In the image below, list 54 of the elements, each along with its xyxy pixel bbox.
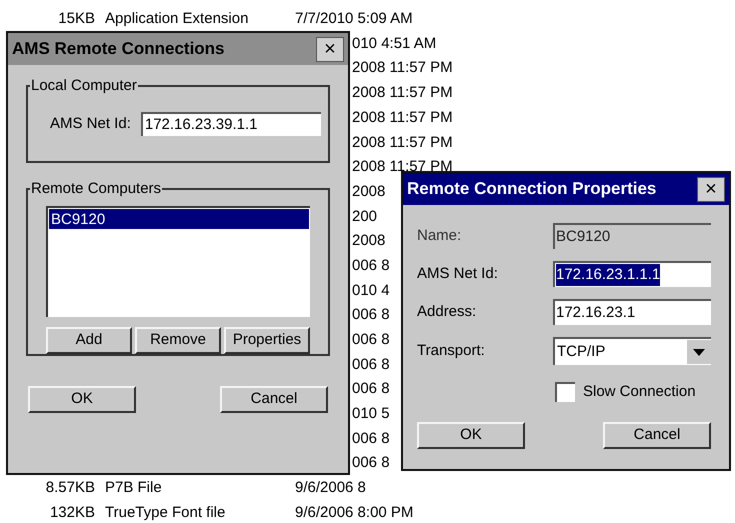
file-date: 006 8 bbox=[352, 453, 390, 474]
field-label: Transport: bbox=[417, 340, 485, 361]
dialog-button[interactable]: Add bbox=[46, 327, 132, 354]
dialog-button[interactable]: Remove bbox=[135, 327, 221, 354]
field-label: Name: bbox=[417, 226, 462, 246]
input-field[interactable]: 172.16.23.1.1.1 bbox=[553, 261, 711, 287]
file-size: 132KB bbox=[48, 502, 95, 523]
dialog-button[interactable]: Cancel bbox=[220, 386, 328, 413]
file-date: 2008 bbox=[352, 182, 386, 202]
field-value: 172.16.23.1 bbox=[556, 302, 636, 323]
input-field[interactable]: 172.16.23.39.1.1 bbox=[140, 112, 321, 136]
file-date: 006 8 bbox=[352, 428, 390, 449]
file-date: 006 8 bbox=[352, 305, 390, 326]
window-title: AMS Remote Connections bbox=[12, 38, 225, 60]
file-date: 2008 11:57 PM bbox=[352, 157, 453, 178]
file-date: 006 8 bbox=[352, 379, 390, 400]
file-date: 006 8 bbox=[352, 256, 390, 276]
close-button[interactable]: × bbox=[697, 176, 725, 202]
file-date: 200 bbox=[352, 206, 378, 227]
file-size: 8.57KB bbox=[44, 478, 95, 498]
file-date: 9/6/2006 8:00 PM bbox=[295, 502, 414, 523]
field-label: Address: bbox=[417, 302, 476, 322]
file-date: 2008 11:57 PM bbox=[352, 108, 453, 128]
window-title: Remote Connection Properties bbox=[407, 178, 656, 200]
file-date: 9/6/2006 8 bbox=[295, 478, 366, 498]
file-date: 2008 bbox=[352, 231, 386, 252]
file-date: 2008 11:57 PM bbox=[352, 83, 453, 104]
dialog-button[interactable]: OK bbox=[28, 386, 136, 413]
dialog-button[interactable]: Properties bbox=[224, 327, 310, 354]
file-type: P7B File bbox=[105, 478, 163, 498]
group-title: Local Computer bbox=[30, 76, 138, 96]
dropdown-field[interactable]: TCP/IP bbox=[553, 337, 711, 365]
file-date: 2008 11:57 PM bbox=[352, 58, 453, 78]
close-button[interactable]: × bbox=[316, 36, 344, 62]
checkbox[interactable] bbox=[555, 382, 575, 402]
dialog-button[interactable]: Cancel bbox=[603, 422, 711, 448]
dialog-button[interactable]: OK bbox=[417, 422, 525, 448]
field-value: 172.16.23.1.1.1 bbox=[556, 264, 660, 286]
file-date: 2008 11:57 PM bbox=[352, 132, 453, 153]
field-label: AMS Net Id: bbox=[50, 114, 131, 134]
file-date: 010 4 bbox=[352, 280, 390, 301]
file-size: 15KB bbox=[57, 9, 95, 30]
checkbox-label: Slow Connection bbox=[583, 382, 696, 402]
file-date: 7/7/2010 5:09 AM bbox=[295, 9, 413, 30]
field-value: BC9120 bbox=[556, 226, 610, 247]
file-date: 010 4:51 AM bbox=[352, 34, 436, 54]
list-item[interactable]: BC9120 bbox=[49, 209, 309, 229]
file-type: TrueType Font file bbox=[105, 502, 226, 523]
field-label: AMS Net Id: bbox=[417, 264, 498, 284]
input-field[interactable]: 172.16.23.1 bbox=[553, 299, 711, 325]
file-date: 006 8 bbox=[352, 354, 390, 375]
file-date: 006 8 bbox=[352, 330, 390, 350]
file-date: 010 5 bbox=[352, 404, 390, 424]
file-type: Application Extension bbox=[105, 9, 250, 30]
